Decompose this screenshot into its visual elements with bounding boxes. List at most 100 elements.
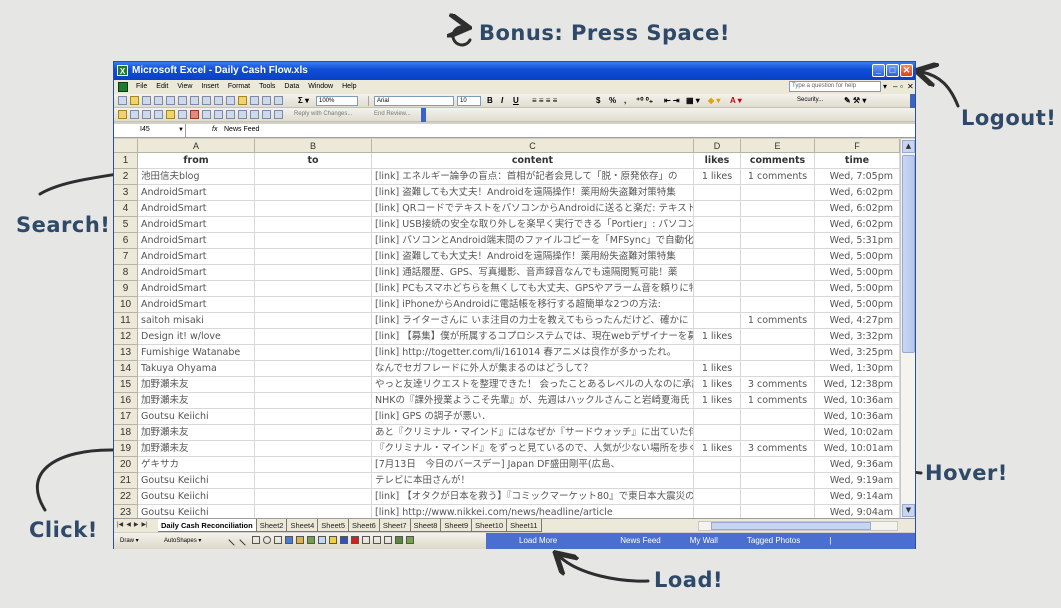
percent-button[interactable]: %	[609, 96, 616, 106]
cell-comments[interactable]	[741, 329, 815, 345]
cell-to[interactable]	[255, 313, 372, 329]
sheet-tab[interactable]: Sheet2	[256, 519, 288, 532]
row-number[interactable]: 18	[114, 425, 138, 441]
sheet-tab[interactable]: Daily Cash Reconciliation	[158, 519, 257, 532]
review-icon-14[interactable]	[274, 110, 283, 119]
align-icons[interactable]: ≡ ≡ ≡ ≡	[532, 96, 557, 106]
open-icon[interactable]	[130, 96, 139, 105]
cell-time[interactable]: Wed, 5:00pm	[815, 265, 900, 281]
review-icon-9[interactable]	[214, 110, 223, 119]
cell-to[interactable]	[255, 393, 372, 409]
cell-comments[interactable]: 3 comments	[741, 441, 815, 457]
currency-button[interactable]: $	[596, 96, 600, 106]
row-number[interactable]: 14	[114, 361, 138, 377]
row-number[interactable]: 19	[114, 441, 138, 457]
reply-with-changes-button[interactable]: Reply with Changes...	[294, 111, 352, 117]
row-number[interactable]: 21	[114, 473, 138, 489]
cell-comments[interactable]	[741, 265, 815, 281]
news-feed-link[interactable]: News Feed	[620, 533, 660, 549]
cell-from[interactable]: ゲキサカ	[138, 457, 255, 473]
table-row[interactable]: 13 Fumishige Watanabe [link] http://togett…	[114, 345, 900, 361]
cell-to[interactable]	[255, 201, 372, 217]
load-more-button[interactable]: Load More	[519, 533, 557, 549]
fill-color-tool-icon[interactable]	[329, 536, 337, 544]
cell-likes[interactable]	[694, 505, 741, 518]
header-from[interactable]: from	[138, 153, 255, 169]
row-number[interactable]: 1	[114, 153, 138, 169]
table-row[interactable]: 10 AndroidSmart [link] iPhoneからAndroidに電話帳…	[114, 297, 900, 313]
cell-likes[interactable]	[694, 473, 741, 489]
name-box[interactable]: I45	[114, 124, 186, 137]
cell-likes[interactable]: 1 likes	[694, 441, 741, 457]
menu-view[interactable]: View	[177, 83, 192, 90]
table-row[interactable]: 11 saitoh misaki [link] ライターさんに いま注目の力士を教え…	[114, 313, 900, 329]
cell-content[interactable]: NHKの『課外授業ようこそ先輩』が、先週はハックルさんこと岩崎夏海氏	[372, 393, 694, 409]
menu-insert[interactable]: Insert	[201, 83, 219, 90]
cell-time[interactable]: Wed, 5:00pm	[815, 281, 900, 297]
extra-tools-icons[interactable]: ✎ ⚒ ▾	[844, 96, 866, 106]
table-row[interactable]: 22 Goutsu Keiichi [link] 【オタクが日本を救う】『コミックマ…	[114, 489, 900, 505]
table-row[interactable]: 12 Design it! w/love [link] 【募集】僕が所属するコプロシ…	[114, 329, 900, 345]
cell-time[interactable]: Wed, 9:04am	[815, 505, 900, 518]
cell-time[interactable]: Wed, 9:14am	[815, 489, 900, 505]
diagram-icon[interactable]	[296, 536, 304, 544]
cell-time[interactable]: Wed, 12:38pm	[815, 377, 900, 393]
cell-content[interactable]: [link] 盗難しても大丈夫！Androidを遠隔操作！薬用紛失盗難対策特集	[372, 249, 694, 265]
underline-button[interactable]: U	[513, 96, 519, 106]
review-icon-12[interactable]	[250, 110, 259, 119]
header-to[interactable]: to	[255, 153, 372, 169]
row-number[interactable]: 5	[114, 217, 138, 233]
cell-to[interactable]	[255, 441, 372, 457]
cell-likes[interactable]	[694, 345, 741, 361]
review-icon-13[interactable]	[262, 110, 271, 119]
menu-data[interactable]: Data	[284, 83, 299, 90]
horizontal-scroll-thumb[interactable]	[711, 522, 871, 530]
menu-file[interactable]: File	[136, 83, 147, 90]
review-icon-2[interactable]	[130, 110, 139, 119]
column-header-f[interactable]: F	[815, 139, 900, 153]
cell-comments[interactable]	[741, 201, 815, 217]
cell-likes[interactable]	[694, 425, 741, 441]
table-row[interactable]: 6 AndroidSmart [link] パソコンとAndroid端末間のファイル…	[114, 233, 900, 249]
cell-time[interactable]: Wed, 10:36am	[815, 393, 900, 409]
shadow-icon[interactable]	[395, 536, 403, 544]
cell-time[interactable]: Wed, 9:19am	[815, 473, 900, 489]
vertical-scroll-thumb[interactable]	[902, 155, 915, 353]
row-number[interactable]: 9	[114, 281, 138, 297]
help-dropdown-icon[interactable]: ▾	[883, 82, 887, 91]
row-number[interactable]: 3	[114, 185, 138, 201]
row-number[interactable]: 11	[114, 313, 138, 329]
sheet-tab[interactable]: Sheet4	[287, 519, 319, 532]
line-color-tool-icon[interactable]	[340, 536, 348, 544]
cell-to[interactable]	[255, 361, 372, 377]
cell-likes[interactable]	[694, 265, 741, 281]
cut-icon[interactable]	[226, 96, 235, 105]
table-row[interactable]: 3 AndroidSmart [link] 盗難しても大丈夫！Androidを遠隔操…	[114, 185, 900, 201]
cell-from[interactable]: Takuya Ohyama	[138, 361, 255, 377]
row-number[interactable]: 13	[114, 345, 138, 361]
cell-comments[interactable]	[741, 425, 815, 441]
cell-from[interactable]: 加野瀬未友	[138, 441, 255, 457]
textbox-icon[interactable]	[274, 536, 282, 544]
cell-time[interactable]: Wed, 9:36am	[815, 457, 900, 473]
arrow-icon[interactable]	[239, 534, 251, 546]
table-row[interactable]: 9 AndroidSmart [link] PCもスマホどちらを無くしても大丈夫、G…	[114, 281, 900, 297]
picture-icon[interactable]	[318, 536, 326, 544]
review-icon-8[interactable]	[202, 110, 211, 119]
cell-likes[interactable]: 1 likes	[694, 393, 741, 409]
scroll-down-icon[interactable]: ▼	[902, 504, 915, 517]
table-row[interactable]: 19 加野瀬未友 『クリミナル・マインド』をずっと見ているので、人気が少ない場所を歩…	[114, 441, 900, 457]
security-button[interactable]: Security...	[797, 97, 823, 103]
cell-content[interactable]: [link] 【オタクが日本を救う】『コミックマーケット80』で東日本大震災の義	[372, 489, 694, 505]
cell-content[interactable]: [link] iPhoneからAndroidに電話帳を移行する超簡単な2つの方法…	[372, 297, 694, 313]
rectangle-icon[interactable]	[252, 536, 260, 544]
new-icon[interactable]	[118, 96, 127, 105]
italic-button[interactable]: I	[501, 96, 503, 106]
column-header-b[interactable]: B	[255, 139, 372, 153]
cell-content[interactable]: 『クリミナル・マインド』をずっと見ているので、人気が少ない場所を歩くと、こ	[372, 441, 694, 457]
line-style-icon[interactable]	[362, 536, 370, 544]
cell-comments[interactable]	[741, 217, 815, 233]
cell-to[interactable]	[255, 505, 372, 518]
cell-from[interactable]: AndroidSmart	[138, 281, 255, 297]
cell-time[interactable]: Wed, 5:00pm	[815, 297, 900, 313]
